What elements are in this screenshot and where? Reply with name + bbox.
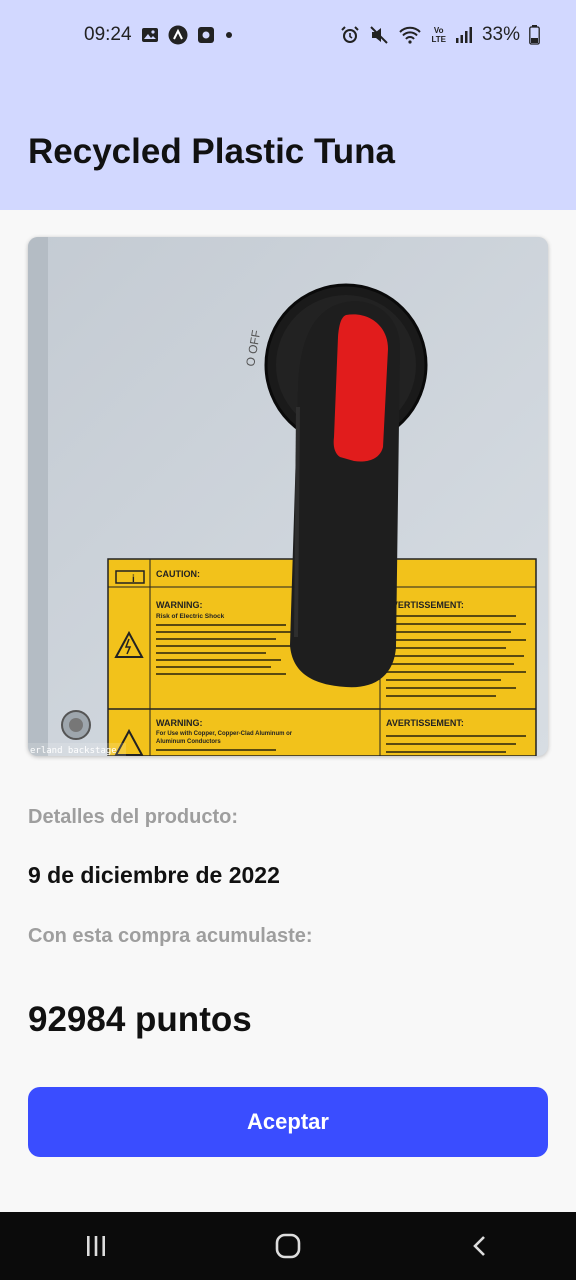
points-value: 92984 puntos bbox=[28, 1000, 252, 1039]
accept-button[interactable]: Aceptar bbox=[28, 1087, 548, 1157]
label-warning-2-sub2: Aluminum Conductors bbox=[156, 739, 221, 745]
app-a-icon bbox=[168, 25, 188, 45]
nav-bar bbox=[0, 1212, 576, 1280]
recent-apps-icon[interactable] bbox=[56, 1221, 136, 1271]
volte-top: Vo bbox=[433, 26, 444, 35]
label-warning-2-sub: For Use with Copper, Copper-Clad Aluminu… bbox=[156, 731, 293, 737]
signal-icon bbox=[455, 26, 473, 44]
page-title: Recycled Plastic Tuna bbox=[28, 132, 396, 171]
label-caution-text: CAUTION: bbox=[156, 569, 200, 579]
svg-text:i: i bbox=[132, 574, 135, 585]
volte-bottom: LTE bbox=[431, 35, 446, 44]
details-label: Detalles del producto: bbox=[28, 806, 239, 828]
purchase-date: 9 de diciembre de 2022 bbox=[28, 862, 280, 888]
back-icon[interactable] bbox=[440, 1221, 520, 1271]
label-warning-1-sub: Risk of Electric Shock bbox=[156, 613, 225, 620]
status-right: Vo LTE 33% bbox=[340, 24, 540, 46]
app-bar: Recycled Plastic Tuna bbox=[0, 70, 576, 210]
accumulated-label: Con esta compra acumulaste: bbox=[28, 925, 313, 947]
app-square-icon bbox=[197, 26, 215, 44]
status-time: 09:24 bbox=[84, 24, 132, 45]
alarm-icon bbox=[340, 25, 360, 45]
mute-icon bbox=[369, 25, 389, 45]
status-left: 09:24 bbox=[84, 24, 234, 46]
label-avert-1-text: AVERTISSEMENT: bbox=[386, 600, 464, 610]
volte-icon: Vo LTE bbox=[431, 26, 446, 44]
status-bar: 09:24 Vo LTE 33% bbox=[0, 0, 576, 70]
wifi-icon bbox=[398, 25, 422, 45]
dot-icon bbox=[224, 30, 234, 40]
gallery-icon bbox=[141, 26, 159, 44]
product-image: i CAUTION: WARNING: Risk of Electric Sho… bbox=[28, 237, 548, 756]
label-warning-2-text: WARNING: bbox=[156, 718, 203, 728]
label-warning-1-text: WARNING: bbox=[156, 600, 203, 610]
battery-percent: 33% bbox=[481, 24, 520, 45]
battery-icon bbox=[529, 25, 540, 45]
label-avert-2-text: AVERTISSEMENT: bbox=[386, 718, 464, 728]
home-icon[interactable] bbox=[248, 1221, 328, 1271]
image-watermark: erland backstage bbox=[30, 746, 117, 756]
